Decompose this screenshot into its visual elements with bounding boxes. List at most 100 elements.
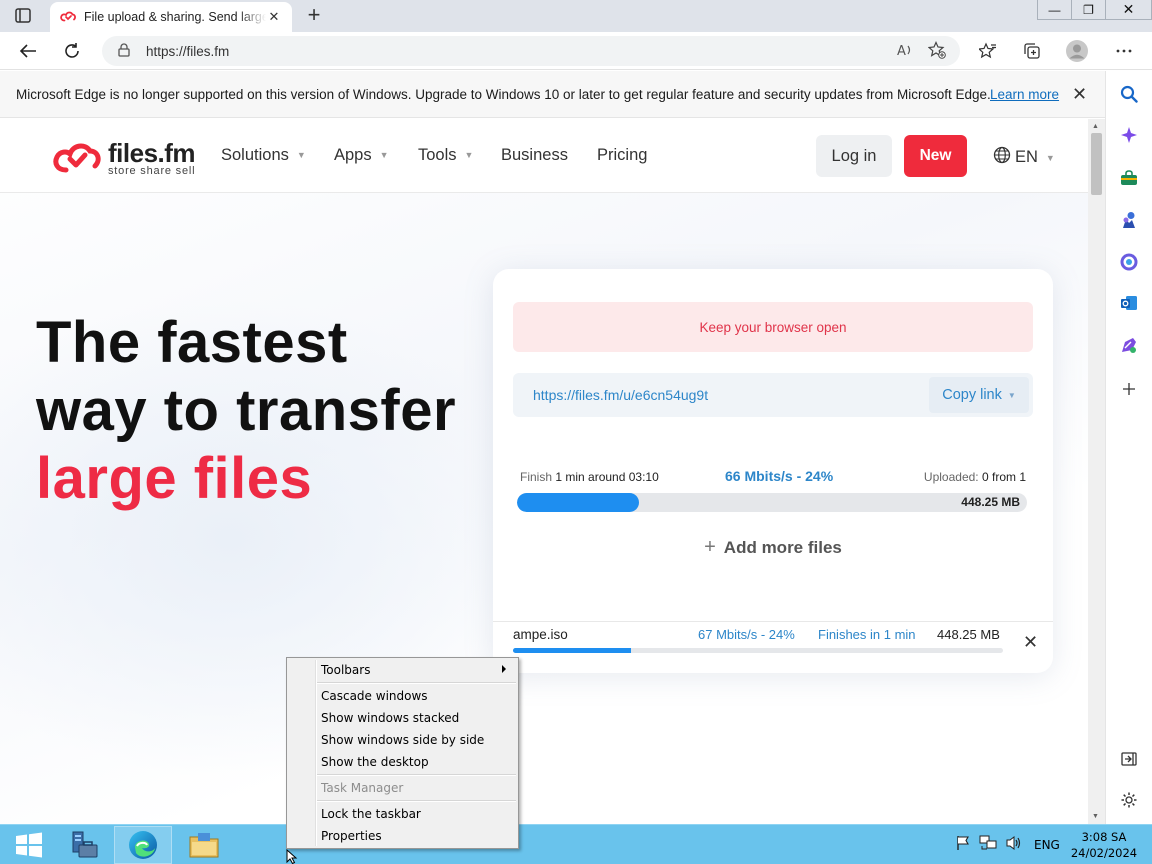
taskbar-clock[interactable]: 3:08 SA 24/02/2024 (1068, 829, 1140, 861)
globe-icon (993, 146, 1011, 169)
browser-toolbar: https://files.fm A (0, 32, 1152, 70)
menu-item-show-windows-stacked[interactable]: Show windows stacked (321, 708, 459, 728)
total-size: 448.25 MB (961, 495, 1020, 509)
system-tray (955, 835, 1023, 856)
refresh-icon[interactable] (61, 40, 83, 62)
favorites-icon[interactable] (977, 40, 999, 62)
games-icon[interactable] (1118, 209, 1140, 231)
scrollbar-thumb[interactable] (1091, 133, 1102, 195)
volume-icon[interactable] (1005, 835, 1023, 856)
menu-separator (317, 800, 516, 802)
start-button[interactable] (0, 826, 58, 864)
windows-taskbar: ENG 3:08 SA 24/02/2024 (0, 824, 1152, 864)
nav-tools[interactable]: Tools ▼ (418, 146, 473, 165)
nav-apps[interactable]: Apps ▼ (334, 146, 389, 165)
new-tab-button[interactable]: + (302, 4, 326, 28)
uploaded-count: Uploaded: 0 from 1 (923, 470, 1026, 484)
mouse-cursor-icon (286, 848, 298, 864)
outlook-icon[interactable] (1118, 292, 1140, 314)
input-language[interactable]: ENG (1034, 838, 1060, 852)
copy-link-button[interactable]: Copy link ▼ (929, 377, 1029, 413)
search-icon[interactable] (1118, 83, 1140, 105)
svg-text:A: A (897, 44, 906, 59)
scroll-up-arrow-icon[interactable]: ▲ (1092, 123, 1099, 130)
menu-item-cascade-windows[interactable]: Cascade windows (321, 686, 428, 706)
hero-line-1: The fastest (36, 310, 348, 375)
file-speed: 67 Mbits/s - 24% (698, 627, 795, 642)
file-row: ampe.iso 67 Mbits/s - 24% Finishes in 1 … (493, 621, 1053, 673)
read-aloud-icon[interactable]: A (896, 41, 914, 62)
chevron-down-icon: ▼ (1007, 390, 1016, 400)
menu-item-show-desktop[interactable]: Show the desktop (321, 752, 429, 772)
upload-card: Keep your browser open https://files.fm/… (493, 269, 1053, 673)
tab-actions-icon[interactable] (12, 6, 34, 26)
files-fm-page: files.fm store share sell Solutions ▼ App… (0, 119, 1088, 824)
address-url[interactable]: https://files.fm (146, 44, 229, 59)
edge-sidebar (1105, 71, 1152, 824)
nav-business[interactable]: Business (501, 146, 568, 165)
browser-tab[interactable]: File upload & sharing. Send large files … (50, 2, 292, 32)
infobar-close-icon[interactable]: ✕ (1072, 84, 1087, 105)
menu-item-toolbars[interactable]: Toolbars (321, 660, 370, 680)
profile-avatar-icon[interactable] (1066, 40, 1088, 62)
browser-titlebar: File upload & sharing. Send large files … (0, 0, 1152, 32)
chevron-down-icon: ▼ (1045, 152, 1055, 163)
clock-time: 3:08 SA (1081, 830, 1127, 844)
server-manager-icon[interactable] (54, 826, 112, 864)
nav-pricing[interactable]: Pricing (597, 146, 647, 165)
minimize-button[interactable]: — (1038, 0, 1072, 19)
file-progress-bar (513, 648, 1003, 653)
share-link-url[interactable]: https://files.fm/u/e6cn54ug9t (533, 387, 708, 403)
shopping-bag-icon[interactable] (1118, 167, 1140, 189)
action-center-flag-icon[interactable] (955, 835, 971, 856)
scroll-down-arrow-icon[interactable]: ▼ (1092, 813, 1099, 820)
file-explorer-icon[interactable] (175, 826, 233, 864)
total-progress-bar: 448.25 MB (517, 493, 1027, 512)
taskbar-context-menu: Toolbars Cascade windows Show windows st… (286, 657, 519, 849)
tab-title: File upload & sharing. Send large files (84, 10, 266, 24)
finish-estimate: Finish 1 min around 03:10 (520, 470, 659, 484)
add-favorite-icon[interactable] (927, 41, 946, 62)
lock-icon[interactable] (118, 42, 130, 60)
tab-close-icon[interactable]: ✕ (266, 9, 282, 25)
remove-file-icon[interactable]: ✕ (1023, 632, 1038, 653)
hide-sidebar-icon[interactable] (1118, 748, 1140, 770)
back-icon[interactable] (17, 40, 39, 62)
learn-more-link[interactable]: Learn more (990, 87, 1059, 102)
restore-button[interactable]: ❐ (1072, 0, 1106, 19)
files-fm-logo[interactable]: files.fm store share sell (52, 137, 196, 180)
add-sidebar-app-icon[interactable] (1118, 378, 1140, 400)
menu-item-lock-taskbar[interactable]: Lock the taskbar (321, 804, 421, 824)
upload-speed-summary: 66 Mbits/s - 24% (725, 468, 834, 484)
chevron-down-icon: ▼ (296, 150, 306, 160)
file-progress-fill (513, 648, 631, 653)
menu-item-show-windows-side-by-side[interactable]: Show windows side by side (321, 730, 484, 750)
infobar-message: Microsoft Edge is no longer supported on… (16, 86, 991, 102)
nav-solutions[interactable]: Solutions ▼ (221, 146, 306, 165)
language-selector[interactable]: EN ▼ (993, 146, 1055, 169)
file-time-remaining: Finishes in 1 min (818, 627, 916, 642)
address-bar[interactable]: https://files.fm A (102, 36, 960, 66)
add-more-files-button[interactable]: + Add more files (493, 536, 1053, 559)
microsoft-365-icon[interactable] (1118, 251, 1140, 273)
page-scrollbar[interactable]: ▲ ▼ (1088, 119, 1105, 824)
login-button[interactable]: Log in (816, 135, 892, 177)
network-icon[interactable] (979, 835, 997, 856)
settings-gear-icon[interactable] (1118, 789, 1140, 811)
chevron-down-icon: ▼ (464, 150, 474, 160)
edge-taskbar-icon[interactable] (114, 826, 172, 864)
menu-item-properties[interactable]: Properties (321, 826, 382, 846)
menu-separator (317, 774, 516, 776)
files-fm-favicon-icon (60, 10, 76, 25)
more-menu-icon[interactable] (1113, 40, 1135, 62)
hero-line-3: large files (36, 446, 313, 511)
new-button[interactable]: New (904, 135, 967, 177)
copilot-sparkle-icon[interactable] (1118, 124, 1140, 146)
share-link-box: https://files.fm/u/e6cn54ug9t Copy link ▼ (513, 373, 1033, 417)
site-navbar: files.fm store share sell Solutions ▼ App… (0, 119, 1088, 193)
close-window-button[interactable]: ✕ (1106, 0, 1152, 19)
collections-icon[interactable] (1021, 40, 1043, 62)
drop-tool-icon[interactable] (1118, 334, 1140, 356)
plus-icon: + (704, 536, 716, 558)
submenu-arrow-icon (502, 665, 506, 673)
